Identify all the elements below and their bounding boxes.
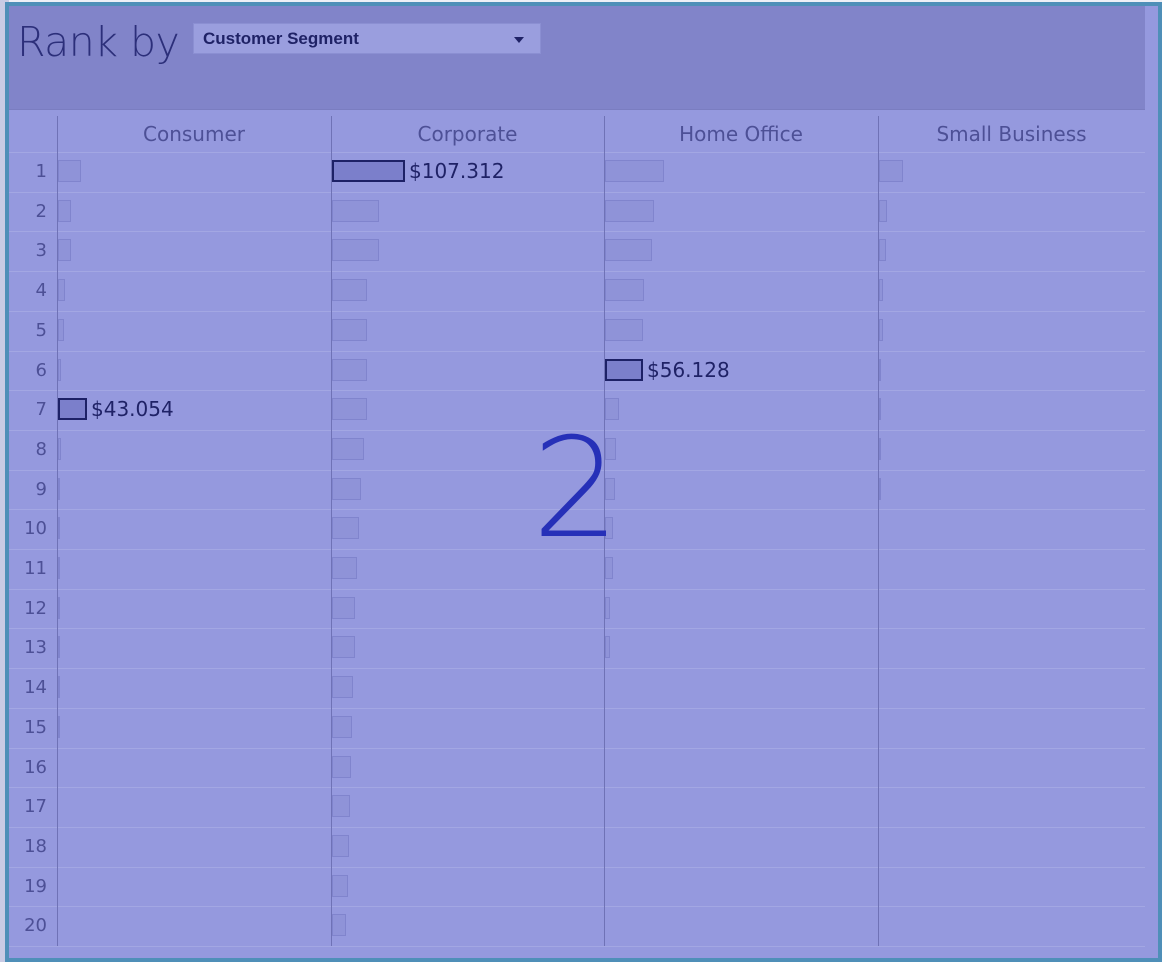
row-separator xyxy=(9,231,1145,233)
bar[interactable] xyxy=(58,517,60,540)
row-separator xyxy=(9,271,1145,273)
column-header: Small Business xyxy=(936,122,1087,146)
bar[interactable] xyxy=(58,160,81,182)
bar[interactable] xyxy=(605,160,664,182)
bar[interactable] xyxy=(58,636,60,659)
rank-label: 14 xyxy=(24,677,47,699)
rank-label: 9 xyxy=(35,478,47,500)
column-header: Home Office xyxy=(679,122,803,146)
bar[interactable] xyxy=(58,358,61,381)
bar[interactable] xyxy=(58,437,61,460)
rank-label: 1 xyxy=(35,161,47,182)
bar[interactable] xyxy=(332,239,379,262)
rank-label: 18 xyxy=(24,835,47,857)
bar[interactable] xyxy=(879,279,883,302)
bar[interactable] xyxy=(332,834,349,857)
bar[interactable] xyxy=(332,557,357,579)
rank-label: 19 xyxy=(24,875,47,897)
bar[interactable] xyxy=(879,318,883,341)
bar[interactable] xyxy=(879,199,887,222)
bar[interactable] xyxy=(58,318,64,341)
row-separator xyxy=(9,906,1145,908)
bar[interactable] xyxy=(332,437,364,460)
bar[interactable] xyxy=(332,358,367,381)
bar[interactable] xyxy=(332,279,367,302)
bar[interactable] xyxy=(605,239,652,262)
column-header: Consumer xyxy=(143,122,245,146)
bar[interactable] xyxy=(332,477,361,500)
bar[interactable] xyxy=(58,715,60,738)
row-separator xyxy=(9,668,1145,670)
bar[interactable] xyxy=(332,199,379,222)
selected-bar[interactable] xyxy=(58,398,87,421)
bar[interactable] xyxy=(332,755,351,778)
bar[interactable] xyxy=(332,914,346,937)
selected-bar[interactable] xyxy=(605,358,643,381)
row-separator xyxy=(9,946,1145,947)
bar[interactable] xyxy=(332,874,348,897)
bar[interactable] xyxy=(605,199,654,222)
bar[interactable] xyxy=(605,279,644,302)
bar[interactable] xyxy=(332,676,353,699)
bar[interactable] xyxy=(879,437,881,460)
column-header: Corporate xyxy=(417,122,518,146)
bar[interactable] xyxy=(332,596,355,619)
rank-label: 10 xyxy=(24,518,47,540)
rank-label: 4 xyxy=(35,280,47,302)
row-separator xyxy=(9,826,1145,828)
bar[interactable] xyxy=(879,477,881,500)
row-separator xyxy=(9,191,1145,193)
row-separator xyxy=(9,707,1145,709)
row-separator xyxy=(9,588,1145,590)
bar[interactable] xyxy=(332,318,367,341)
rank-label: 7 xyxy=(35,399,47,421)
bar[interactable] xyxy=(58,239,71,262)
row-separator xyxy=(9,350,1145,352)
bar[interactable] xyxy=(879,160,903,182)
rank-label: 5 xyxy=(35,319,47,341)
rank-label: 3 xyxy=(35,240,47,262)
bar[interactable] xyxy=(58,477,60,500)
bar[interactable] xyxy=(605,636,610,659)
row-separator xyxy=(9,747,1145,749)
bar[interactable] xyxy=(58,676,60,699)
row-separator xyxy=(9,390,1145,392)
rank-label: 13 xyxy=(24,637,47,659)
bar[interactable] xyxy=(58,557,60,579)
bar[interactable] xyxy=(332,715,352,738)
bar[interactable] xyxy=(332,398,367,421)
rank-label: 2 xyxy=(35,200,47,222)
bar-value-label: $56.128 xyxy=(647,357,730,382)
rank-label: 6 xyxy=(35,359,47,381)
bar[interactable] xyxy=(605,596,610,619)
bar[interactable] xyxy=(332,636,355,659)
rank-label: 15 xyxy=(24,716,47,738)
bar[interactable] xyxy=(879,358,881,381)
row-separator xyxy=(9,310,1145,312)
bar[interactable] xyxy=(332,517,359,540)
bar[interactable] xyxy=(58,199,71,222)
bar[interactable] xyxy=(605,318,643,341)
bar[interactable] xyxy=(332,795,350,818)
bar-value-label: $43.054 xyxy=(91,397,174,422)
row-separator xyxy=(9,152,1145,153)
rank-label: 11 xyxy=(24,558,47,579)
row-separator xyxy=(9,628,1145,630)
rank-label: 16 xyxy=(24,756,47,778)
bar[interactable] xyxy=(879,239,886,262)
rank-label: 12 xyxy=(24,597,47,619)
bar-value-label: $107.312 xyxy=(409,159,505,183)
row-separator xyxy=(9,866,1145,868)
rank-label: 8 xyxy=(35,438,47,460)
bar[interactable] xyxy=(58,596,60,619)
rank-label: 20 xyxy=(24,915,47,937)
bar[interactable] xyxy=(58,279,65,302)
rank-label: 17 xyxy=(24,796,47,818)
overlay-step-number: 2 xyxy=(532,408,620,569)
row-separator xyxy=(9,787,1145,789)
bar[interactable] xyxy=(879,398,881,421)
selected-bar[interactable] xyxy=(332,160,405,182)
